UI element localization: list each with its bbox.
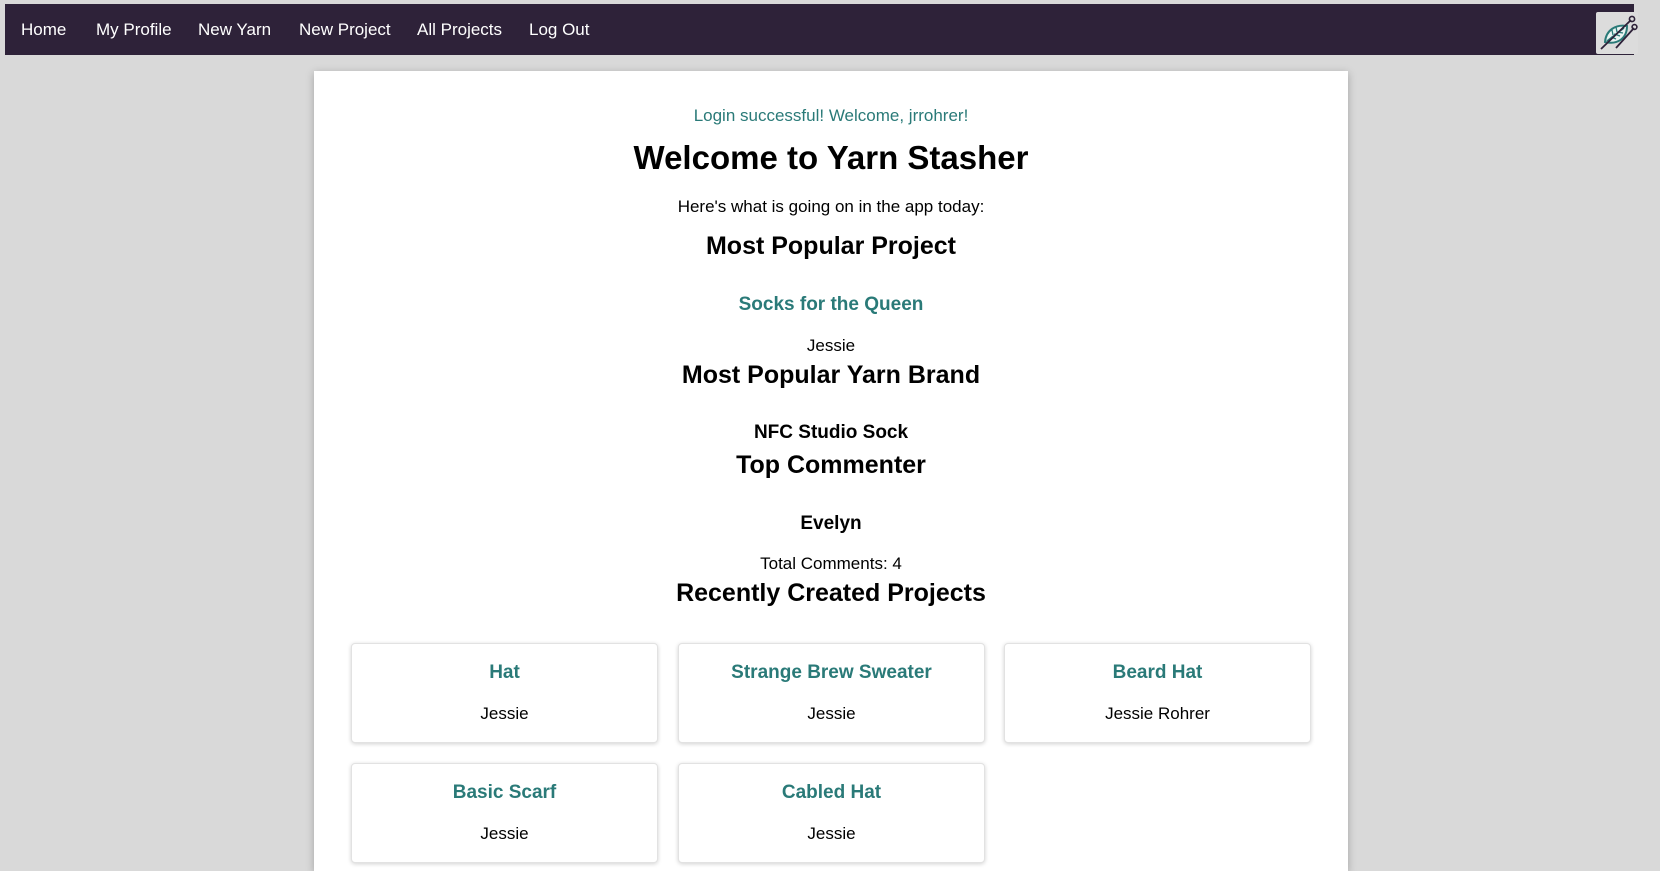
project-owner: Jessie [480,824,529,843]
nav-home-link[interactable]: Home [21,4,66,55]
popular-project-link[interactable]: Socks for the Queen [314,294,1348,316]
popular-project-heading: Most Popular Project [705,232,957,260]
project-card: Basic Scarf Jessie [351,763,658,863]
project-title-link[interactable]: Beard Hat [1005,662,1310,684]
project-title-link[interactable]: Cabled Hat [679,782,984,804]
project-owner: Jessie [807,824,856,843]
recent-projects-heading: Recently Created Projects [676,579,986,607]
page-title: Welcome to Yarn Stasher [633,139,1029,176]
project-title-link[interactable]: Hat [352,662,657,684]
project-card: Strange Brew Sweater Jessie [678,643,985,743]
popular-brand-heading: Most Popular Yarn Brand [681,361,981,389]
nav-new-project-link[interactable]: New Project [299,4,391,55]
nav-log-out-link[interactable]: Log Out [529,4,590,55]
top-commenter-heading: Top Commenter [736,451,926,479]
main-content-card: Login successful! Welcome, jrrohrer! Wel… [314,71,1348,871]
project-title-link[interactable]: Strange Brew Sweater [679,662,984,684]
project-owner: Jessie [807,704,856,723]
project-card: Hat Jessie [351,643,658,743]
total-comments-text: Total Comments: 4 [760,554,902,573]
project-owner: Jessie [480,704,529,723]
top-navbar: Home My Profile New Yarn New Project All… [5,4,1638,55]
project-card: Cabled Hat Jessie [678,763,985,863]
login-flash-message: Login successful! Welcome, jrrohrer! [693,106,969,125]
popular-project-owner: Jessie [806,336,856,355]
project-owner: Jessie Rohrer [1105,704,1210,723]
nav-new-yarn-link[interactable]: New Yarn [198,4,271,55]
top-commenter-name: Evelyn [800,513,862,534]
project-card: Beard Hat Jessie Rohrer [1004,643,1311,743]
nav-all-projects-link[interactable]: All Projects [417,4,502,55]
nav-my-profile-link[interactable]: My Profile [96,4,172,55]
yarn-logo-icon[interactable] [1596,12,1638,54]
project-title-link[interactable]: Basic Scarf [352,782,657,804]
intro-text: Here's what is going on in the app today… [677,197,985,216]
popular-brand-name: NFC Studio Sock [753,422,909,443]
